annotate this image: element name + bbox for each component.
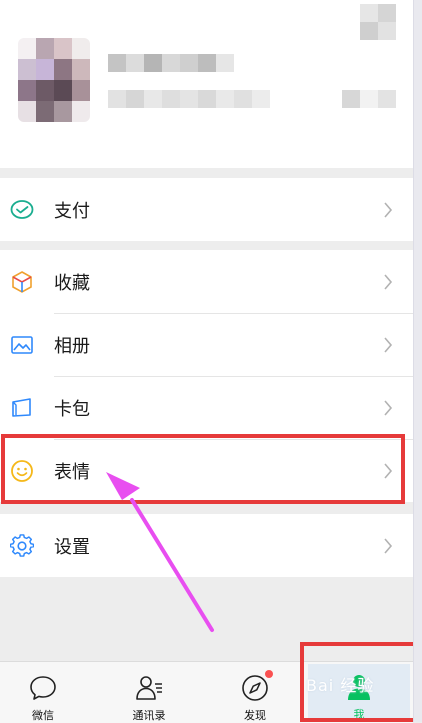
gear-icon <box>10 533 34 557</box>
menu-item-settings[interactable]: 设置 <box>0 514 413 577</box>
compass-icon <box>242 675 268 701</box>
profile-header[interactable] <box>0 0 413 168</box>
menu-label-cards: 卡包 <box>54 398 90 420</box>
tab-label-discover: 发现 <box>244 709 266 722</box>
tab-discover[interactable]: 发现 <box>215 662 295 723</box>
cube-icon <box>12 270 32 293</box>
tab-contacts[interactable]: 通讯录 <box>109 662 189 723</box>
menu-label-album: 相册 <box>54 335 90 357</box>
chevron-right-icon <box>384 201 393 218</box>
chevron-right-icon <box>384 273 393 290</box>
contacts-icon <box>136 676 162 700</box>
notification-dot <box>265 670 273 678</box>
photo-icon <box>11 335 33 354</box>
pay-group: 支付 <box>0 178 413 241</box>
menu-label-favorites: 收藏 <box>54 272 90 294</box>
wallet-icon <box>10 199 34 219</box>
tab-label-chats: 微信 <box>32 709 54 722</box>
chat-bubble-icon <box>30 676 56 700</box>
tab-label-contacts: 通讯录 <box>132 709 166 722</box>
tab-chats[interactable]: 微信 <box>3 662 83 723</box>
settings-group: 设置 <box>0 514 413 577</box>
wechat-me-screen: 支付 收藏 相册 卡包 表情 设置 微信 通讯录 发现 我 Bai 经验 <box>0 0 419 723</box>
camera-icon[interactable] <box>360 4 396 40</box>
screen-edge <box>413 0 422 722</box>
highlight-box-me-tab <box>300 642 419 722</box>
chevron-right-icon <box>384 399 393 416</box>
avatar[interactable] <box>18 38 90 122</box>
menu-label-settings: 设置 <box>54 536 90 558</box>
menu-item-cards[interactable]: 卡包 <box>0 376 413 439</box>
card-icon <box>12 397 31 417</box>
chevron-right-icon <box>384 336 393 353</box>
chevron-right-icon <box>384 537 393 554</box>
menu-label-pay: 支付 <box>54 200 90 222</box>
menu-item-favorites[interactable]: 收藏 <box>0 250 413 313</box>
menu-item-album[interactable]: 相册 <box>0 313 413 376</box>
qr-code-icon[interactable] <box>342 90 396 108</box>
nickname-pixelated <box>108 54 234 72</box>
menu-item-pay[interactable]: 支付 <box>0 178 413 241</box>
wechat-id-pixelated <box>108 90 270 108</box>
highlight-box-stickers <box>1 434 405 504</box>
